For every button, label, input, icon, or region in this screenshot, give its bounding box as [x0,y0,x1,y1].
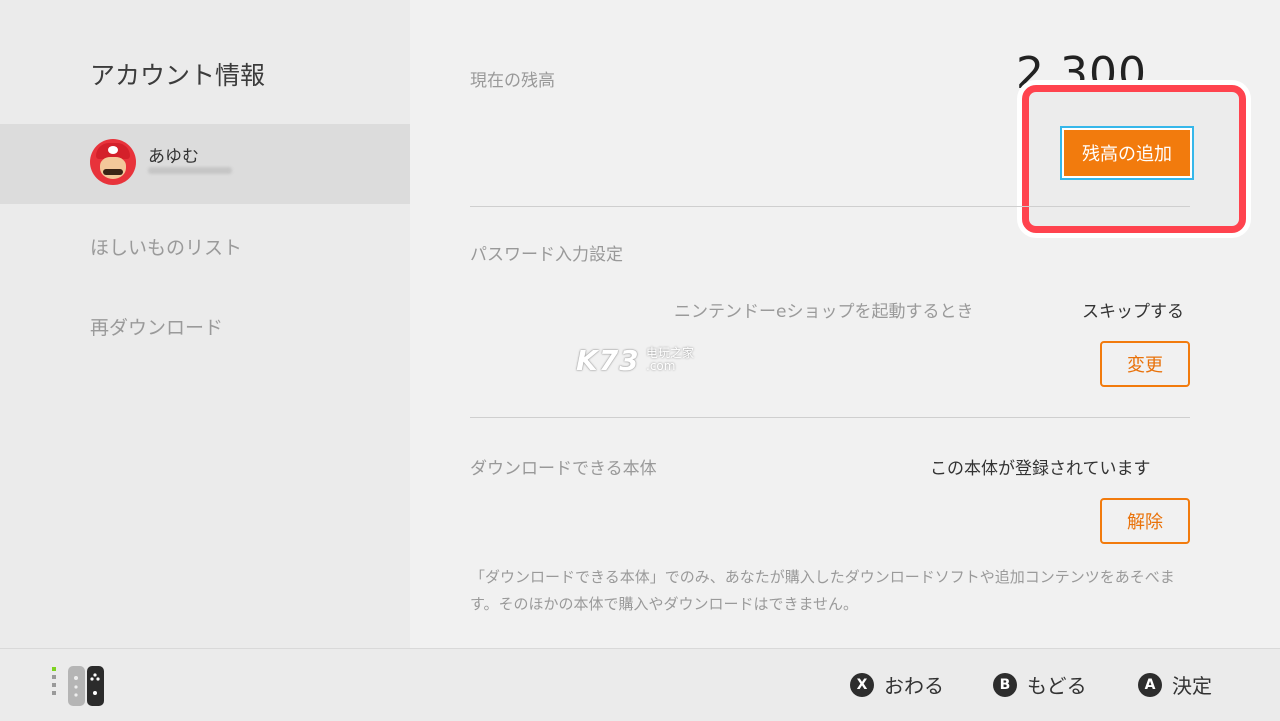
sidebar-title: アカウント情報 [90,61,266,90]
close-hint-label: おわる [884,674,944,698]
footer-bar: X おわる B もどる A 決定 [0,648,1280,721]
add-balance-button[interactable]: 残高の追加 [1060,126,1194,180]
divider [470,206,1190,207]
user-name: あゆむ [148,147,199,167]
a-button-icon: A [1138,672,1162,697]
back-hint-label: もどる [1027,674,1087,698]
sidebar-item-wishlist[interactable]: ほしいものリスト [90,233,242,260]
close-hint[interactable]: X おわる [850,670,944,699]
joy-con-icon [52,666,104,706]
main-panel: 現在の残高 2,300 残高の追加 パスワード入力設定 ニンテンドーeショップを… [410,0,1280,648]
password-row-value: スキップする [1082,302,1184,322]
add-balance-label: 残高の追加 [1064,130,1190,176]
confirm-hint-label: 決定 [1172,674,1212,698]
balance-label: 現在の残高 [470,71,555,91]
download-device-label: ダウンロードできる本体 [470,459,657,479]
remove-button[interactable]: 解除 [1100,498,1190,544]
password-row-label: ニンテンドーeショップを起動するとき [674,302,974,322]
b-button-icon: B [993,672,1017,697]
download-note: 「ダウンロードできる本体」でのみ、あなたが購入したダウンロードソフトや追加コンテ… [470,568,1175,613]
back-hint[interactable]: B もどる [993,670,1087,699]
user-email-blurred [148,167,232,174]
avatar [90,139,136,185]
change-button[interactable]: 変更 [1100,341,1190,387]
watermark-logo: K73 电玩之家 .com [576,344,695,377]
sidebar-item-redownload[interactable]: 再ダウンロード [90,313,223,340]
sidebar: アカウント情報 あゆむ ほしいものリスト 再ダウンロード [0,0,410,648]
divider [470,417,1190,418]
confirm-hint[interactable]: A 決定 [1138,670,1212,699]
download-device-value: この本体が登録されています [930,459,1151,479]
password-setting-label: パスワード入力設定 [470,245,623,265]
sidebar-item-user[interactable]: あゆむ [0,124,410,204]
x-button-icon: X [850,672,874,697]
